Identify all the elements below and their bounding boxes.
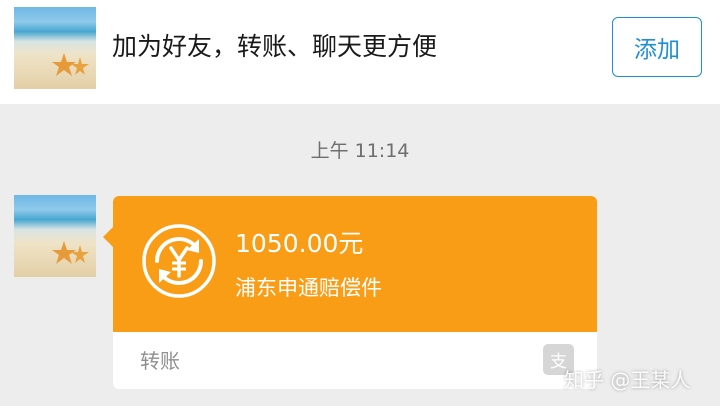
transfer-yuan-icon (142, 224, 216, 298)
watermark-text: 知乎 @王某人 (564, 368, 691, 392)
transfer-amount: 1050.00元 (235, 229, 364, 258)
starfish-beach-image (52, 241, 89, 264)
message-timestamp: 上午 11:14 (310, 140, 410, 162)
add-friend-banner: 加为好友，转账、聊天更方便 添加 (0, 0, 720, 104)
banner-message: 加为好友，转账、聊天更方便 (112, 32, 438, 61)
transfer-footer: 转账 支 (113, 332, 597, 389)
add-friend-button[interactable]: 添加 (612, 17, 702, 77)
transfer-type-label: 转账 (140, 349, 180, 373)
starfish-beach-image (52, 53, 89, 76)
contact-avatar[interactable] (14, 7, 96, 89)
transfer-message-bubble[interactable]: 1050.00元 浦东申通赔偿件 转账 支 (103, 196, 597, 389)
transfer-memo: 浦东申通赔偿件 (235, 276, 382, 300)
transfer-card[interactable]: 1050.00元 浦东申通赔偿件 (113, 196, 597, 332)
sender-avatar[interactable] (14, 195, 96, 277)
